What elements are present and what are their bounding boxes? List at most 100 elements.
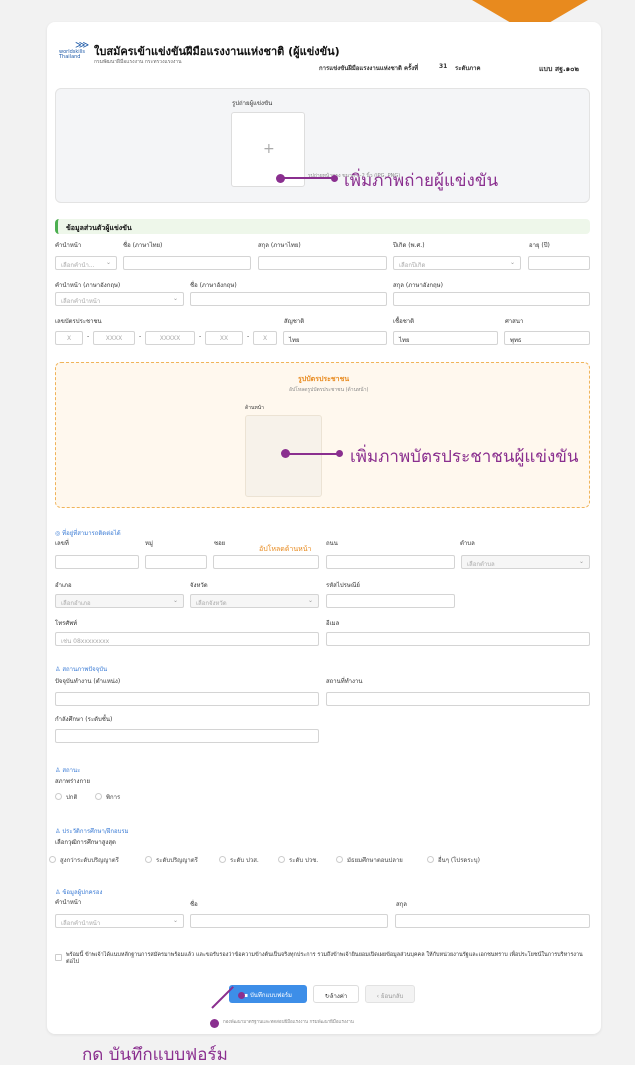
prefix-label: คำนำหน้า <box>55 242 82 249</box>
edu-option-3-label: ระดับ ปวส. <box>230 857 259 864</box>
worldskills-logo: ⋙ worldskills Thailand <box>59 40 91 62</box>
email-input[interactable] <box>326 632 590 646</box>
chevron-down-icon: ⌄ <box>509 259 515 266</box>
guardian-surname-input[interactable] <box>395 914 590 928</box>
chevron-left-icon: ‹ <box>376 993 380 1000</box>
district-label: อำเภอ <box>55 582 72 589</box>
house-no-label: เลขที่ <box>55 540 69 547</box>
id-dash: - <box>87 333 90 340</box>
phone-input[interactable]: เช่น 08xxxxxxxx <box>55 632 319 646</box>
org-name: กรมพัฒนาฝีมือแรงงาน กระทรวงแรงงาน <box>94 59 182 65</box>
workplace-label: สถานที่ทำงาน <box>326 678 363 685</box>
moo-input[interactable] <box>145 555 207 569</box>
back-button[interactable]: ‹ ย้อนกลับ <box>365 985 415 1003</box>
personal-section-title: ข้อมูลส่วนตัวผู้แข่งขัน <box>66 224 132 232</box>
id-part-1[interactable]: X <box>55 331 83 345</box>
save-callout: กด บันทึกแบบฟอร์ม <box>82 1045 228 1065</box>
prefix-select[interactable]: เลือกคำนำ... ⌄ <box>55 256 117 270</box>
soi-input[interactable] <box>213 555 319 569</box>
application-form-card: ⋙ worldskills Thailand ใบสมัครเข้าแข่งขั… <box>47 22 601 1034</box>
radio-circle-icon <box>427 856 434 863</box>
radio-circle-icon <box>55 793 62 800</box>
clear-button[interactable]: ↻ล้างค่า <box>313 985 359 1003</box>
district-select[interactable]: เลือกอำเภอ ⌄ <box>55 594 184 608</box>
consent-checkbox[interactable] <box>55 954 62 961</box>
radio-circle-icon <box>219 856 226 863</box>
road-input[interactable] <box>326 555 455 569</box>
competition-label: การแข่งขันฝีมือแรงงานแห่งชาติ ครั้งที่ <box>319 65 419 72</box>
edu-option-1-label: สูงกว่าระดับปริญญาตรี <box>60 857 119 864</box>
photo-callout: เพิ่มภาพถ่ายผู้แข่งขัน <box>344 171 499 191</box>
edu-option-1[interactable]: สูงกว่าระดับปริญญาตรี <box>49 855 119 865</box>
edu-option-5-label: มัธยมศึกษาตอนปลาย <box>347 857 403 864</box>
footer-text: กองพัฒนามาตรฐานและทดสอบฝีมือแรงงาน กรมพั… <box>223 1020 354 1025</box>
radio-circle-icon <box>145 856 152 863</box>
subdistrict-select-text: เลือกตำบล <box>467 561 495 568</box>
edu-option-4[interactable]: ระดับ ปวช. <box>278 855 318 865</box>
photo-upload-box[interactable]: + <box>231 112 305 187</box>
prefix-en-select-text: เลือกคำนำหน้า <box>61 298 101 305</box>
photo-section: รูปถ่ายผู้แข่งขัน + รูปถ่ายหน้าตรง ขนาด … <box>55 88 590 203</box>
race-input[interactable]: ไทย <box>393 331 498 345</box>
id-part-5[interactable]: X <box>253 331 277 345</box>
idcard-callout: เพิ่มภาพบัตรประชาชนผู้แข่งขัน <box>350 447 579 467</box>
person-icon: ♙ <box>55 828 61 835</box>
district-select-text: เลือกอำเภอ <box>61 600 91 607</box>
study-input[interactable] <box>55 729 319 743</box>
upload-front-text: อัปโหลดด้านหน้า <box>259 545 312 553</box>
house-no-input[interactable] <box>55 555 139 569</box>
edu-option-2[interactable]: ระดับปริญญาตรี <box>145 855 198 865</box>
workplace-input[interactable] <box>326 692 590 706</box>
save-callout-dot-end <box>238 992 245 999</box>
edu-option-5[interactable]: มัธยมศึกษาตอนปลาย <box>336 855 403 865</box>
surname-en-input[interactable] <box>393 292 590 306</box>
name-th-input[interactable] <box>123 256 251 270</box>
prefix-en-label: คำนำหน้า (ภาษาอังกฤษ) <box>55 282 121 289</box>
id-part-2[interactable]: XXXX <box>93 331 135 345</box>
radio-disabled[interactable]: พิการ <box>95 792 120 802</box>
education-highest-label: เลือกวุฒิการศึกษาสูงสุด <box>55 839 116 846</box>
health-section-title: ♙ สถานะ <box>55 765 80 775</box>
soi-label: ซอย <box>214 540 226 547</box>
guardian-prefix-select[interactable]: เลือกคำนำหน้า ⌄ <box>55 914 184 928</box>
id-label: เลขบัตรประชาชน <box>55 318 102 325</box>
health-section-text: สถานะ <box>62 767 81 774</box>
logo-text: worldskills Thailand <box>59 49 86 60</box>
radio-normal[interactable]: ปกติ <box>55 792 77 802</box>
id-dash: - <box>247 333 250 340</box>
religion-label: ศาสนา <box>505 318 524 325</box>
id-part-4[interactable]: XX <box>205 331 243 345</box>
id-dash: - <box>139 333 142 340</box>
religion-input[interactable]: พุทธ <box>504 331 590 345</box>
birth-year-select[interactable]: เลือกปีเกิด ⌄ <box>393 256 521 270</box>
edu-option-6[interactable]: อื่นๆ (โปรดระบุ) <box>427 855 480 865</box>
subdistrict-select[interactable]: เลือกตำบล ⌄ <box>461 555 590 569</box>
birth-year-select-text: เลือกปีเกิด <box>399 262 426 269</box>
edu-option-3[interactable]: ระดับ ปวส. <box>219 855 259 865</box>
idcard-callout-dot-end <box>336 450 343 457</box>
photo-callout-line <box>282 177 334 179</box>
guardian-prefix-select-text: เลือกคำนำหน้า <box>61 920 101 927</box>
person-icon: ♙ <box>55 889 61 896</box>
chevron-down-icon: ⌄ <box>105 259 111 266</box>
id-part-3[interactable]: XXXXX <box>145 331 195 345</box>
province-select-text: เลือกจังหวัด <box>196 600 227 607</box>
guardian-name-input[interactable] <box>190 914 388 928</box>
education-section-title: ♙ ประวัติการศึกษา/ฝึกอบรม <box>55 826 129 836</box>
prefix-select-text: เลือกคำนำ... <box>61 262 95 269</box>
radio-circle-icon <box>278 856 285 863</box>
name-en-input[interactable] <box>190 292 387 306</box>
idcard-front-label: ด้านหน้า <box>245 405 264 411</box>
job-input[interactable] <box>55 692 319 706</box>
person-icon: ♙ <box>55 767 61 774</box>
prefix-en-select[interactable]: เลือกคำนำหน้า ⌄ <box>55 292 184 306</box>
guardian-section-text: ข้อมูลผู้ปกครอง <box>62 889 103 896</box>
back-button-label: ย้อนกลับ <box>380 993 404 1000</box>
age-input[interactable] <box>528 256 590 270</box>
surname-th-label: สกุล (ภาษาไทย) <box>258 242 301 249</box>
surname-th-input[interactable] <box>258 256 387 270</box>
postcode-input[interactable] <box>326 594 455 608</box>
province-select[interactable]: เลือกจังหวัด ⌄ <box>190 594 319 608</box>
phone-placeholder: เช่น 08xxxxxxxx <box>61 638 110 645</box>
nationality-input[interactable]: ไทย <box>283 331 387 345</box>
